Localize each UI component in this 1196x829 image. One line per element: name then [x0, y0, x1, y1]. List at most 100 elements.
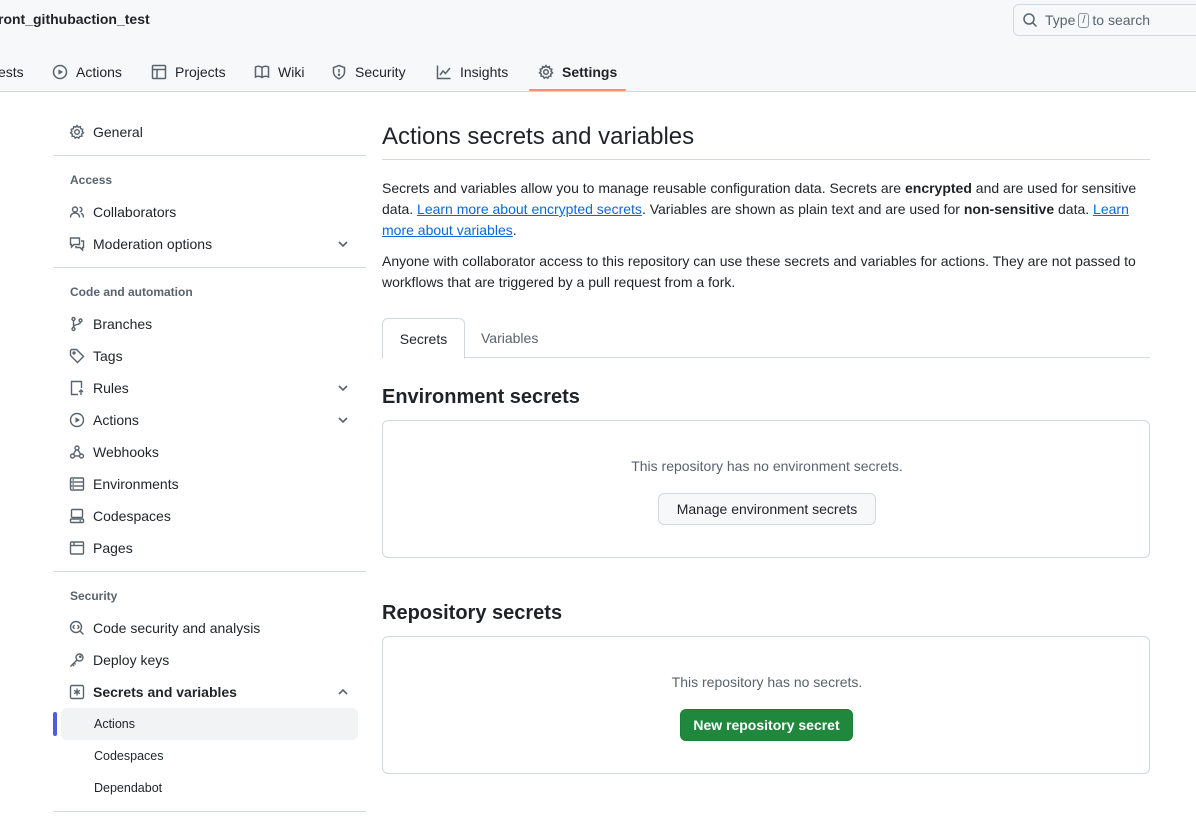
book-icon — [254, 65, 270, 79]
environment-secrets-heading: Environment secrets — [382, 386, 580, 408]
sidebar-item-moderation[interactable]: Moderation options — [61, 228, 358, 260]
table-icon — [151, 64, 167, 80]
chevron-down-icon — [338, 417, 348, 424]
tab-security[interactable]: Security — [331, 52, 406, 92]
learn-more-secrets-link[interactable]: Learn more about encrypted secrets — [417, 201, 642, 217]
tab-projects[interactable]: Projects — [151, 52, 226, 92]
tab-wiki[interactable]: Wiki — [254, 52, 304, 92]
repo-header: ront_githubaction_test Type / to search … — [0, 0, 1196, 92]
sidebar-item-label: Deploy keys — [93, 652, 170, 668]
intro-text: Secrets and variables allow you to manag… — [382, 180, 905, 196]
tab-insights[interactable]: Insights — [436, 52, 508, 92]
sidebar-item-secrets-variables[interactable]: Secrets and variables — [61, 676, 358, 708]
sidebar-item-label: Codespaces — [93, 508, 171, 524]
sidebar-divider — [53, 571, 366, 572]
sidebar-divider — [53, 155, 366, 156]
chevron-up-icon — [338, 688, 348, 695]
sidebar-item-label: Moderation options — [93, 236, 213, 252]
sidebar-subitem-dependabot[interactable]: Dependabot — [61, 772, 358, 804]
sidebar-item-label: Actions — [93, 412, 139, 428]
key-icon — [70, 653, 84, 667]
environment-secrets-box: This repository has no environment secre… — [382, 420, 1150, 558]
page-title: Actions secrets and variables — [382, 123, 695, 150]
tab-label: Wiki — [278, 64, 305, 80]
tab-actions[interactable]: Actions — [52, 52, 122, 92]
sidebar-item-codespaces[interactable]: Codespaces — [61, 500, 358, 532]
repository-secrets-empty-message: This repository has no secrets. — [671, 674, 863, 690]
active-item-indicator — [53, 712, 57, 736]
sidebar-subitem-codespaces[interactable]: Codespaces — [61, 740, 358, 772]
sidebar-item-label: Tags — [93, 348, 123, 364]
intro-text: . — [512, 222, 517, 238]
intro-text: . Variables are shown as plain text and … — [641, 201, 964, 217]
search-prefix: Type — [1045, 12, 1076, 28]
repo-push-icon — [70, 380, 84, 396]
section-label-security: Security — [70, 589, 118, 603]
sidebar-subitem-actions[interactable]: Actions — [61, 708, 358, 740]
codescan-icon — [69, 620, 84, 635]
sidebar-item-label: Collaborators — [93, 204, 177, 220]
repository-secrets-heading: Repository secrets — [382, 602, 563, 624]
section-label-access: Access — [70, 173, 113, 187]
sidebar-item-label: Rules — [93, 380, 129, 396]
active-tab-underline — [529, 89, 626, 91]
intro-text: data. — [1054, 201, 1094, 217]
sidebar-item-environments[interactable]: Environments — [61, 468, 358, 500]
sidebar-item-deploy-keys[interactable]: Deploy keys — [61, 644, 358, 676]
graph-icon — [436, 65, 451, 80]
sidebar-item-collaborators[interactable]: Collaborators — [61, 196, 358, 228]
browser-icon — [69, 541, 85, 555]
tab-label: Insights — [460, 64, 509, 80]
repo-name[interactable]: ront_githubaction_test — [0, 11, 150, 27]
intro-bold-non-sensitive: non-sensitive — [963, 201, 1055, 217]
intro-bold-encrypted: encrypted — [904, 180, 972, 196]
tab-label: Security — [355, 64, 406, 80]
tab-pull-requests[interactable]: ests — [0, 52, 24, 92]
tag-icon — [69, 348, 85, 364]
chevron-down-icon — [338, 241, 348, 248]
tab-variables[interactable]: Variables — [481, 318, 538, 358]
people-icon — [69, 206, 85, 218]
sidebar-item-branches[interactable]: Branches — [61, 308, 358, 340]
sidebar-item-label: General — [93, 124, 143, 140]
tab-label: ests — [0, 64, 24, 80]
section-label-code-automation: Code and automation — [70, 285, 193, 299]
tab-label: Projects — [175, 64, 226, 80]
comment-discussion-icon — [69, 237, 85, 252]
sidebar-item-code-security[interactable]: Code security and analysis — [61, 612, 358, 644]
search-input[interactable]: Type / to search — [1013, 4, 1196, 36]
sidebar-divider — [53, 811, 366, 812]
search-shortcut-key: / — [1078, 12, 1090, 28]
access-paragraph: Anyone with collaborator access to this … — [382, 253, 1136, 290]
title-divider — [382, 159, 1150, 160]
git-branch-icon — [71, 316, 83, 332]
tab-label: Actions — [76, 64, 122, 80]
tab-settings[interactable]: Settings — [538, 52, 617, 92]
shield-icon — [332, 64, 346, 80]
sidebar-divider — [53, 267, 366, 268]
sidebar-item-tags[interactable]: Tags — [61, 340, 358, 372]
server-icon — [69, 477, 85, 491]
sidebar-item-label: Webhooks — [93, 444, 159, 460]
tab-secrets[interactable]: Secrets — [382, 318, 465, 359]
secrets-variables-tabs: Secrets Variables — [382, 318, 1150, 359]
sidebar-item-general[interactable]: General — [61, 116, 358, 148]
repository-secrets-box: This repository has no secrets. New repo… — [382, 636, 1150, 774]
chevron-down-icon — [338, 385, 348, 392]
gear-icon — [69, 124, 85, 140]
sidebar-item-label: Branches — [93, 316, 153, 332]
new-repository-secret-button[interactable]: New repository secret — [680, 709, 853, 741]
intro-paragraph: Secrets and variables allow you to manag… — [382, 178, 1150, 241]
sidebar-item-webhooks[interactable]: Webhooks — [61, 436, 358, 468]
sidebar-item-label: Environments — [93, 476, 179, 492]
gear-icon — [538, 64, 554, 80]
search-suffix: to search — [1092, 12, 1151, 28]
manage-environment-secrets-button[interactable]: Manage environment secrets — [658, 493, 876, 525]
sidebar-item-pages[interactable]: Pages — [61, 532, 358, 564]
sidebar-item-rules[interactable]: Rules — [61, 372, 358, 404]
sidebar-item-label: Code security and analysis — [93, 620, 261, 636]
sidebar-item-actions[interactable]: Actions — [61, 404, 358, 436]
play-icon — [69, 412, 85, 428]
environment-secrets-empty-message: This repository has no environment secre… — [631, 458, 903, 474]
codespaces-icon — [69, 508, 85, 524]
